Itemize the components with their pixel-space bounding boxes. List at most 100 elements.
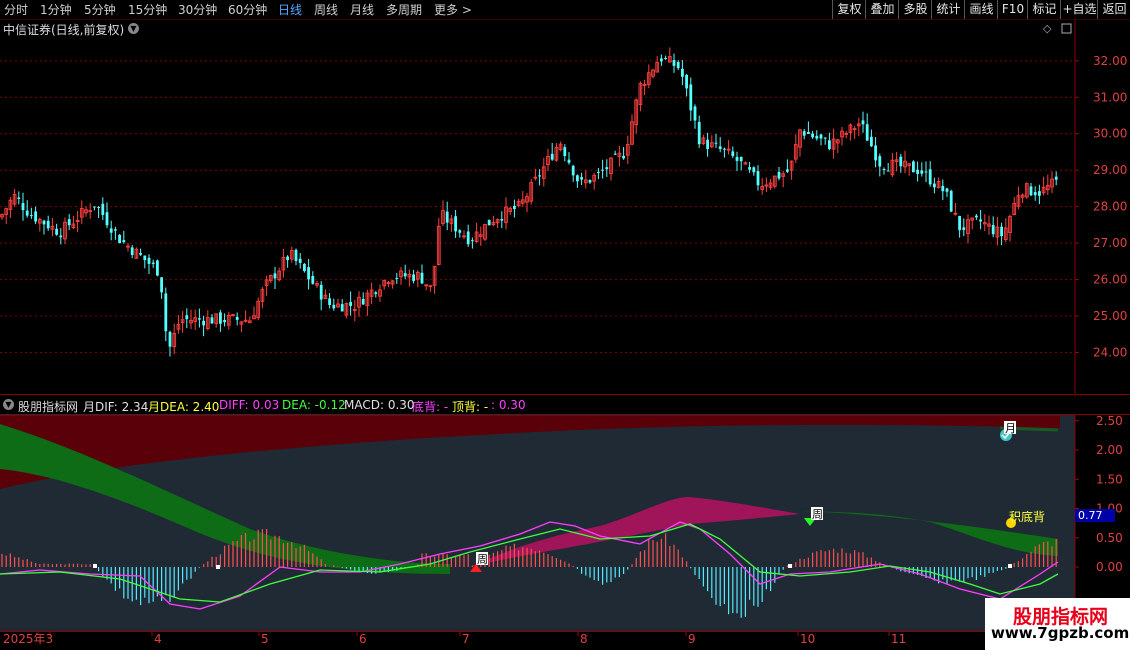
period-tab[interactable]: 月线 bbox=[350, 2, 374, 18]
candle-body bbox=[42, 220, 46, 225]
candle-body bbox=[706, 139, 709, 149]
candle-body bbox=[550, 153, 554, 160]
period-tab[interactable]: 60分钟 bbox=[228, 2, 267, 18]
candle-body bbox=[487, 219, 491, 226]
candle-body bbox=[735, 156, 739, 161]
candle-body bbox=[912, 161, 915, 173]
candle-body bbox=[273, 273, 277, 279]
indicator-header: 股朋指标网 月DIF: 2.34 月DEA: 2.40 DIFF: 0.03 DEA: … bbox=[0, 396, 1075, 414]
candle-body bbox=[823, 137, 827, 139]
candle-body bbox=[147, 257, 151, 264]
candle-body bbox=[403, 273, 407, 277]
price-tick: 29.00 bbox=[1093, 163, 1127, 177]
candlestick-chart[interactable]: 32.00 31.00 30.00 29.00 28.00 27.00 26.00 25.00… bbox=[0, 20, 1130, 395]
candle-body bbox=[991, 225, 995, 235]
candle-body bbox=[466, 231, 470, 245]
marker-label: 周 bbox=[812, 508, 823, 521]
candle-body bbox=[17, 197, 21, 199]
candle-body bbox=[130, 247, 134, 256]
candle-body bbox=[601, 169, 604, 171]
candle-body bbox=[622, 155, 625, 159]
period-tab[interactable]: 周线 bbox=[314, 2, 338, 18]
indicator-value: DIFF: 0.03 bbox=[219, 398, 280, 412]
period-tab[interactable]: 多周期 bbox=[386, 2, 422, 18]
candle-body bbox=[294, 249, 298, 261]
toolbar-button[interactable]: 返回 bbox=[1097, 0, 1130, 19]
price-tick: 32.00 bbox=[1093, 54, 1127, 68]
indicator-value: : 0.30 bbox=[491, 398, 526, 412]
candle-body bbox=[30, 215, 33, 217]
candle-body bbox=[685, 74, 688, 89]
toolbar-button[interactable]: 画线 bbox=[964, 0, 998, 19]
candle-body bbox=[101, 203, 105, 215]
candle-body bbox=[25, 210, 29, 216]
collapse-icon[interactable]: ▼ bbox=[3, 399, 14, 410]
price-tick: 30.00 bbox=[1093, 127, 1127, 141]
signal-square bbox=[93, 564, 97, 568]
chart-title: 中信证券(日线,前复权) bbox=[3, 23, 125, 37]
marker-label: 月 bbox=[1005, 422, 1016, 435]
toolbar-button[interactable]: F10 bbox=[997, 0, 1028, 19]
candle-body bbox=[105, 212, 109, 226]
time-label: 6 bbox=[359, 632, 367, 646]
candle-body bbox=[588, 180, 592, 183]
period-tab[interactable]: 5分钟 bbox=[84, 2, 116, 18]
period-tab[interactable]: 更多 > bbox=[434, 2, 472, 18]
indicator-chart[interactable]: 2.502.001.501.000.500.00周周月积底背 bbox=[0, 414, 1130, 632]
candle-body bbox=[235, 316, 239, 320]
indicator-value: 顶背: - bbox=[452, 400, 489, 414]
candle-body bbox=[156, 260, 159, 276]
indicator-name[interactable]: 股朋指标网 bbox=[18, 398, 78, 415]
toolbar-button[interactable]: +自选 bbox=[1060, 0, 1098, 19]
candle-body bbox=[580, 177, 583, 180]
period-tab[interactable]: 分时 bbox=[4, 2, 28, 18]
candle-body bbox=[219, 312, 222, 324]
period-tab[interactable]: 1分钟 bbox=[40, 2, 72, 18]
time-label: 4 bbox=[154, 632, 162, 646]
candle-body bbox=[613, 153, 617, 155]
candle-body bbox=[1054, 176, 1058, 180]
candle-body bbox=[886, 170, 890, 172]
candle-body bbox=[361, 299, 365, 305]
time-label: 5 bbox=[261, 632, 269, 646]
candle-body bbox=[571, 165, 575, 176]
candle-body bbox=[958, 215, 961, 231]
candle-body bbox=[811, 133, 814, 138]
period-tab[interactable]: 日线 bbox=[278, 2, 302, 18]
candle-body bbox=[286, 256, 289, 261]
time-label: 9 bbox=[688, 632, 696, 646]
candle-body bbox=[882, 169, 886, 171]
candle-body bbox=[34, 211, 37, 222]
candle-body bbox=[567, 159, 571, 163]
candle-body bbox=[752, 167, 756, 173]
svg-text:◇: ◇ bbox=[1043, 22, 1052, 35]
period-tab[interactable]: 30分钟 bbox=[178, 2, 217, 18]
indicator-tick: 0.50 bbox=[1096, 531, 1123, 545]
candle-body bbox=[97, 207, 100, 209]
candle-body bbox=[819, 134, 823, 139]
toolbar-button[interactable]: 标记 bbox=[1027, 0, 1061, 19]
toolbar-button[interactable]: 复权 bbox=[832, 0, 866, 19]
candle-body bbox=[223, 319, 226, 323]
candle-body bbox=[55, 228, 58, 235]
candle-body bbox=[928, 169, 932, 185]
candle-body bbox=[1029, 186, 1033, 196]
candle-body bbox=[198, 318, 201, 320]
time-axis: 2025年3 4 5 6 7 8 9 10 11 bbox=[0, 631, 1130, 650]
toolbar-button[interactable]: 多股 bbox=[898, 0, 932, 19]
candle-body bbox=[122, 240, 126, 243]
candle-body bbox=[328, 298, 331, 306]
toolbar-button[interactable]: 统计 bbox=[931, 0, 965, 19]
candle-body bbox=[756, 171, 760, 186]
chevron-down-icon[interactable]: ▼ bbox=[128, 23, 139, 34]
candle-body bbox=[298, 258, 302, 263]
candle-body bbox=[374, 292, 378, 294]
toolbar-button[interactable]: 叠加 bbox=[865, 0, 899, 19]
indicator-tick: 2.00 bbox=[1096, 443, 1123, 457]
candle-body bbox=[311, 276, 315, 284]
candle-body bbox=[93, 206, 96, 208]
signal-square bbox=[216, 565, 220, 569]
period-tab[interactable]: 15分钟 bbox=[128, 2, 167, 18]
candle-body bbox=[777, 171, 781, 179]
candle-body bbox=[672, 60, 676, 66]
